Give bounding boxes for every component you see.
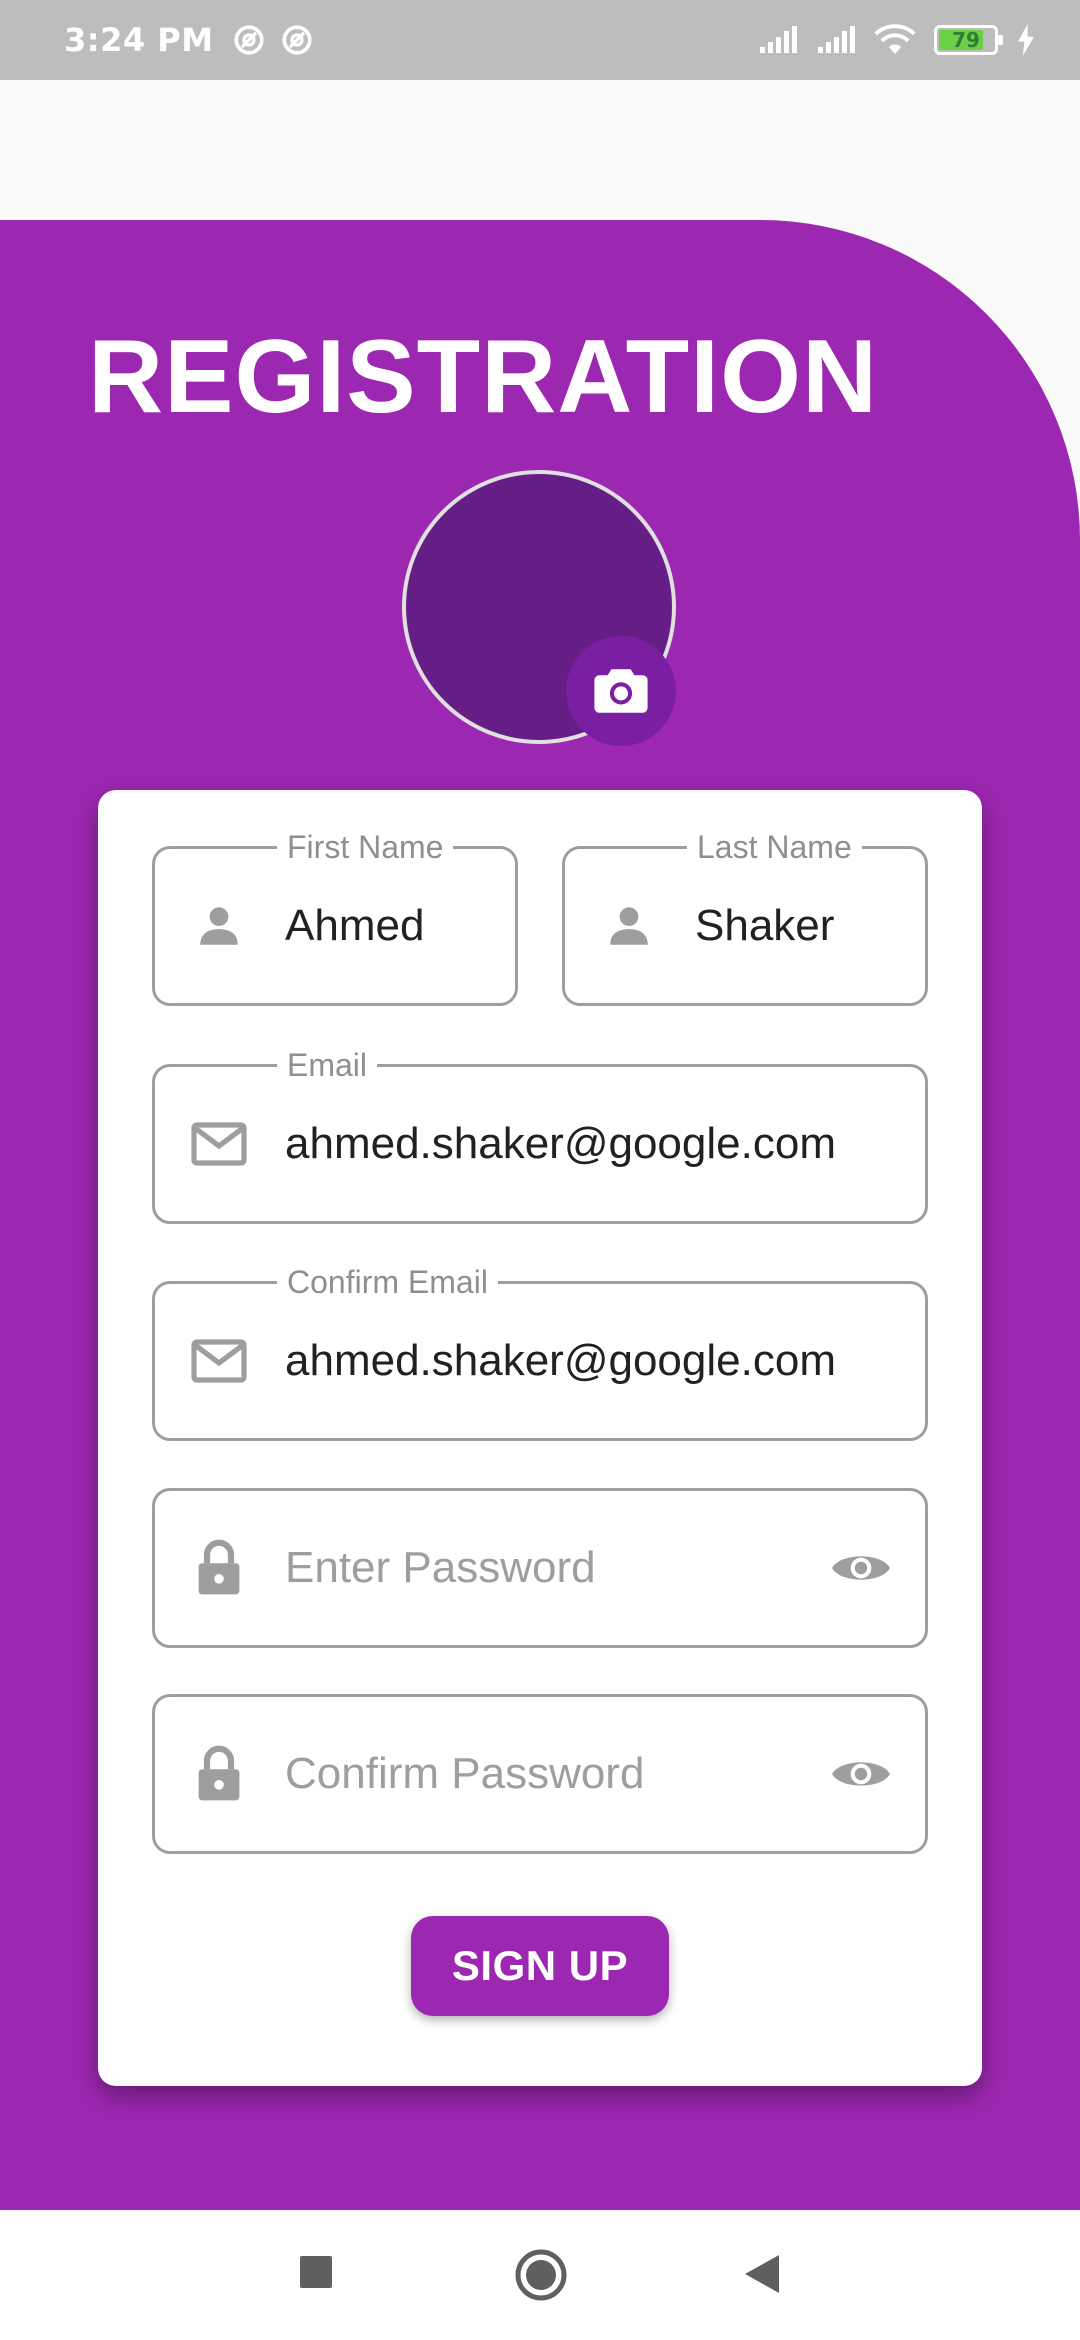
wifi-icon — [874, 24, 916, 54]
status-bar: 3:24 PM 79 — [0, 0, 1080, 80]
lock-icon — [191, 1745, 247, 1802]
mail-icon — [191, 1333, 247, 1389]
home-button[interactable] — [514, 2248, 568, 2302]
email-label: Email — [277, 1045, 378, 1085]
battery-level: 79 — [952, 28, 980, 52]
person-icon — [191, 898, 247, 954]
at-sign-icon — [233, 25, 264, 55]
password-field[interactable]: Enter Password — [152, 1488, 928, 1648]
change-photo-button[interactable] — [566, 636, 676, 746]
eye-icon[interactable] — [829, 1544, 893, 1592]
first-name-value: Ahmed — [285, 901, 425, 950]
last-name-value: Shaker — [695, 901, 835, 950]
system-icons: 79 — [758, 24, 1036, 56]
confirm-email-field[interactable]: Confirm Email ahmed.shaker@google.com — [152, 1262, 928, 1441]
last-name-label: Last Name — [687, 827, 862, 867]
first-name-label: First Name — [277, 827, 454, 867]
confirm-password-field[interactable]: Confirm Password — [152, 1694, 928, 1854]
battery-icon: 79 — [934, 25, 1003, 55]
back-button[interactable] — [742, 2254, 782, 2294]
home-circle-icon — [515, 2249, 567, 2301]
recent-apps-button[interactable] — [296, 2252, 336, 2292]
charging-icon — [1018, 24, 1034, 56]
confirm-password-placeholder: Confirm Password — [285, 1749, 645, 1798]
first-name-field[interactable]: First Name Ahmed — [152, 827, 518, 1006]
notification-icons — [232, 23, 314, 57]
confirm-email-label: Confirm Email — [277, 1262, 498, 1302]
page-title: REGISTRATION — [88, 319, 879, 435]
confirm-email-value: ahmed.shaker@google.com — [285, 1336, 836, 1385]
signal-icon — [818, 26, 855, 53]
navigation-bar — [0, 2210, 1080, 2340]
last-name-field[interactable]: Last Name Shaker — [562, 827, 928, 1006]
status-time: 3:24 PM — [64, 21, 214, 59]
camera-icon — [594, 669, 648, 713]
back-triangle-icon — [745, 2255, 779, 2293]
email-field[interactable]: Email ahmed.shaker@google.com — [152, 1045, 928, 1224]
at-sign-icon — [281, 25, 312, 55]
person-icon — [601, 898, 657, 954]
lock-icon — [191, 1539, 247, 1596]
eye-icon[interactable] — [829, 1750, 893, 1798]
signal-icon — [760, 26, 797, 53]
sign-up-button[interactable]: SIGN UP — [411, 1916, 669, 2016]
email-value: ahmed.shaker@google.com — [285, 1119, 836, 1168]
mail-icon — [191, 1116, 247, 1172]
square-icon — [300, 2256, 332, 2288]
password-placeholder: Enter Password — [285, 1543, 596, 1592]
